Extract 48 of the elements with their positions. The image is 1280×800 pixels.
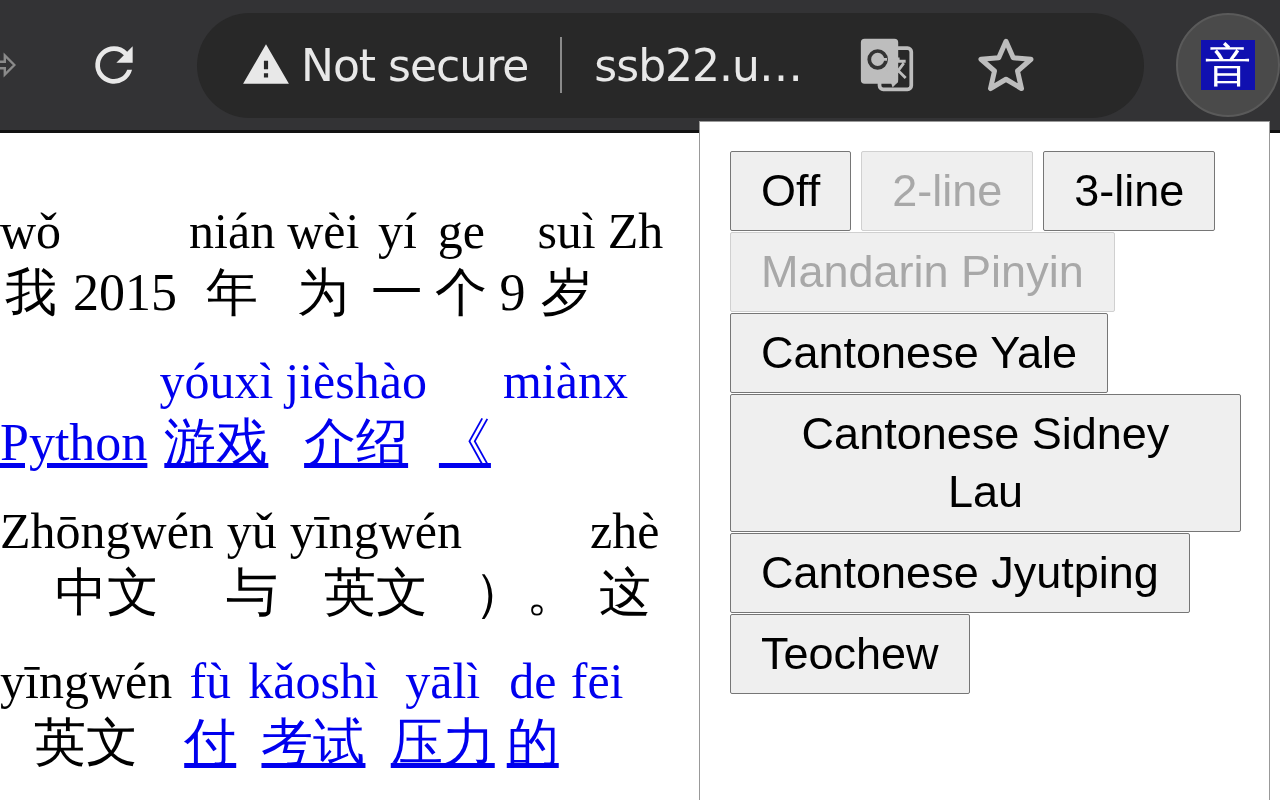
chinese-text: 与 bbox=[225, 564, 278, 621]
translate-icon[interactable] bbox=[860, 37, 914, 93]
pinyin-text: nián bbox=[189, 203, 276, 259]
link-text[interactable]: 压力 bbox=[390, 714, 495, 771]
security-label: Not secure bbox=[301, 39, 529, 91]
chinese-text: 2015 bbox=[73, 264, 178, 321]
pinyin-text: yīngwén bbox=[0, 653, 173, 709]
extension-button[interactable]: 音 bbox=[1176, 13, 1280, 117]
chinese-text: 这 bbox=[598, 564, 651, 621]
link-pinyin[interactable]: jièshào bbox=[285, 353, 427, 409]
pinyin-text: Zhōngwén bbox=[0, 503, 214, 559]
link-text[interactable]: Python bbox=[0, 414, 148, 471]
chinese-text: 英文 bbox=[34, 714, 139, 771]
mode-button[interactable]: Cantonese Sidney Lau bbox=[730, 394, 1241, 532]
pinyin-text: yí bbox=[377, 203, 417, 259]
url-text: ssb22.u… bbox=[594, 39, 802, 91]
pinyin-text: Zh bbox=[607, 203, 664, 259]
chinese-text: 我 bbox=[4, 264, 57, 321]
mode-button[interactable]: 3-line bbox=[1043, 151, 1216, 231]
address-bar[interactable]: Not secure ssb22.u… bbox=[197, 12, 1144, 118]
pinyin-text: wèi bbox=[287, 203, 360, 259]
mode-button[interactable]: Cantonese Jyutping bbox=[730, 533, 1190, 613]
mode-button[interactable]: Teochew bbox=[730, 614, 970, 694]
pinyin-text: wǒ bbox=[0, 203, 62, 259]
chinese-text: 中文 bbox=[54, 564, 159, 621]
pinyin-text: yīngwén bbox=[289, 503, 463, 559]
mode-button[interactable]: Cantonese Yale bbox=[730, 313, 1109, 393]
link-text[interactable]: 《 bbox=[438, 414, 491, 471]
chinese-text: 岁 bbox=[540, 264, 593, 321]
link-pinyin[interactable]: fù bbox=[189, 653, 232, 709]
pinyin-text: zhè bbox=[590, 503, 660, 559]
link-pinyin[interactable]: kǎoshì bbox=[248, 653, 379, 709]
link-pinyin[interactable]: fēi bbox=[570, 653, 624, 709]
link-pinyin[interactable]: yóuxì bbox=[159, 353, 274, 409]
pinyin-text: suì bbox=[537, 203, 596, 259]
pinyin-text: ge bbox=[437, 203, 485, 259]
mode-button[interactable]: Off bbox=[730, 151, 852, 231]
pinyin-text: yǔ bbox=[226, 503, 277, 559]
link-pinyin[interactable]: miànx bbox=[502, 353, 628, 409]
link-pinyin[interactable]: de bbox=[509, 653, 557, 709]
chinese-text: 为 bbox=[297, 264, 350, 321]
chinese-text: 9 bbox=[499, 264, 526, 321]
chinese-text: 个 bbox=[435, 264, 488, 321]
chinese-text: 年 bbox=[206, 264, 259, 321]
chinese-text: 英文 bbox=[323, 564, 428, 621]
chinese-text: ）。 bbox=[474, 564, 579, 621]
chinese-text: 一 bbox=[371, 264, 424, 321]
link-pinyin[interactable]: yālì bbox=[405, 653, 481, 709]
